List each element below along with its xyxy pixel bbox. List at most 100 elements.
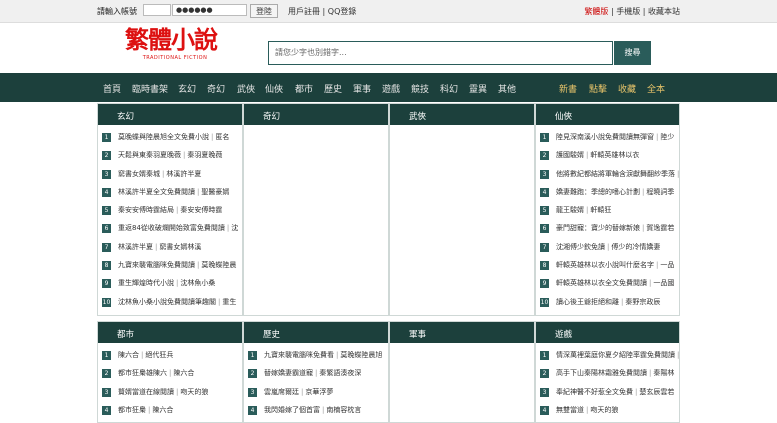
list-item[interactable]: 10 讀心後王爺拒絕和離 | 秦野宗政辰 (536, 296, 679, 314)
book-title-link[interactable]: 都市狂梟 (118, 406, 146, 414)
nav-item-2[interactable]: 玄幻 (178, 82, 196, 95)
book-title-link[interactable]: 重生輝煌時代小說 (118, 279, 174, 287)
panel-title[interactable]: 都市 (117, 328, 134, 340)
list-item[interactable]: 1情深萬裡葉庭你夏夕紹陸率霆免費閱讀|情 (536, 349, 679, 367)
nav-item-6[interactable]: 都市 (295, 82, 313, 95)
account-input[interactable] (143, 4, 171, 16)
book-subtitle-link[interactable]: 莫晚蝶陸晨 (201, 261, 236, 269)
book-subtitle-link[interactable]: 陳六合 (152, 406, 173, 414)
book-subtitle-link[interactable]: 秦安安傅時霆 (180, 206, 222, 214)
list-item[interactable]: 4 無雙當道 | 吻天的狼 (536, 404, 679, 422)
book-subtitle-link[interactable]: 匿名 (215, 133, 229, 141)
mobile-link[interactable]: 手機版 (616, 7, 640, 16)
list-item[interactable]: 8 九寶來襲電腦咪免費閱讀 | 莫晚蝶陸晨 (98, 259, 242, 277)
nav-item-3[interactable]: 奇幻 (207, 82, 225, 95)
favorite-link[interactable]: 收藏本站 (648, 7, 680, 16)
book-subtitle-link[interactable]: 陳六合 (173, 369, 194, 377)
book-subtitle-link[interactable]: 窮書女婿林溪 (159, 243, 201, 251)
book-subtitle-link[interactable]: 京華浮夢 (305, 388, 333, 396)
list-item[interactable]: 3 奉紀神醫不好惹全文免費 | 楚玄辰雲若 (536, 386, 679, 404)
book-title-link[interactable]: 護國駿婿 (556, 151, 584, 159)
book-title-link[interactable]: 我閃婚嫁了個首富 (264, 406, 320, 414)
book-subtitle-link[interactable]: 絕代狂兵 (145, 351, 173, 359)
book-title-link[interactable]: 替嫁嬌妻霸道寵 (264, 369, 313, 377)
nav-item-13[interactable]: 其他 (498, 82, 516, 95)
list-item[interactable]: 2 都市狂梟雄陳六 | 陳六合 (98, 367, 242, 385)
list-item[interactable]: 3 雲嵐席爾廷 | 京華浮夢 (244, 386, 388, 404)
list-item[interactable]: 10 沈林魚小桑小說免費閱讀筆趣閣 | 重生 (98, 296, 242, 314)
panel-title[interactable]: 遊戲 (555, 328, 572, 340)
book-subtitle-link[interactable]: 秦羽夏晚薇 (187, 151, 222, 159)
book-subtitle-link[interactable]: 南楠容枕言 (326, 406, 361, 414)
book-title-link[interactable]: 陳六合 (118, 351, 139, 359)
book-title-link[interactable]: 都市狂梟雄陳六 (118, 369, 167, 377)
book-title-link[interactable]: 軒轅英雄林以衣全文免費閱讀 (556, 279, 647, 287)
site-logo[interactable]: 繁體小說 TRADITIONAL FICTION (125, 26, 225, 66)
book-title-link[interactable]: 沈林魚小桑小說免費閱讀筆趣閣 (118, 298, 216, 306)
book-title-link[interactable]: 龍王駿婿 (556, 206, 584, 214)
book-title-link[interactable]: 窮書女婿秦城 (118, 170, 160, 178)
book-subtitle-link[interactable]: 程曉詞季 (646, 188, 674, 196)
book-title-link[interactable]: 九寶來襲電腦咪免費看 (264, 351, 334, 359)
list-item[interactable]: 7 沈湘傅少欽免讀 | 傅少的冷情嬌妻 (536, 241, 679, 259)
book-title-link[interactable]: 莫晚蝶與陸晨旭全文免費小說 (118, 133, 209, 141)
book-title-link[interactable]: 高手下山秦陽林霜雅免費閱讀 (556, 369, 647, 377)
list-item[interactable]: 4 我閃婚嫁了個首富 | 南楠容枕言 (244, 404, 388, 422)
list-item[interactable]: 6 重返84從收破爛開始致富免費閱讀 | 沈 (98, 222, 242, 240)
book-title-link[interactable]: 情深萬裡葉庭你夏夕紹陸率霆免費閱讀 (556, 351, 675, 359)
book-title-link[interactable]: 讀心後王爺拒絕和離 (556, 298, 619, 306)
book-title-link[interactable]: 軒轅英雄林以衣小說叫什麼名字 (556, 261, 654, 269)
nav-item-1[interactable]: 臨時書架 (132, 82, 168, 95)
nav-item-11[interactable]: 科幻 (440, 82, 458, 95)
nav-rank-1[interactable]: 點擊 (589, 82, 607, 95)
book-title-link[interactable]: 陸見深南溪小說免費閱讀無彈窗 (556, 133, 654, 141)
nav-item-8[interactable]: 軍事 (353, 82, 371, 95)
qq-login-link[interactable]: QQ登錄 (328, 7, 357, 16)
list-item[interactable]: 2 替嫁嬌妻霸道寵 | 秦繁語湊夜深 (244, 367, 388, 385)
book-title-link[interactable]: 重返84從收破爛開始致富免費閱讀 (118, 224, 225, 232)
book-title-link[interactable]: 林溪許半夏 (118, 243, 153, 251)
book-title-link[interactable]: 贅婿當道在線閱讀 (118, 388, 174, 396)
nav-item-9[interactable]: 遊戲 (382, 82, 400, 95)
book-title-link[interactable]: 沈湘傅少欽免讀 (556, 243, 605, 251)
list-item[interactable]: 2 護國駿婿 | 軒轅英雄林以衣 (536, 149, 679, 167)
book-subtitle-link[interactable]: 沈 (231, 224, 238, 232)
nav-item-0[interactable]: 首頁 (103, 82, 121, 95)
nav-item-4[interactable]: 武俠 (237, 82, 255, 95)
book-subtitle-link[interactable]: 吻天的狼 (180, 388, 208, 396)
nav-rank-2[interactable]: 收藏 (618, 82, 636, 95)
nav-rank-0[interactable]: 新書 (559, 82, 577, 95)
list-item[interactable]: 6 豪門甜寵：寶少的替嫁新娘 | 賀逸霆若 (536, 222, 679, 240)
book-subtitle-link[interactable]: 林溪許半夏 (166, 170, 201, 178)
book-title-link[interactable]: 豪門甜寵：寶少的替嫁新娘 (556, 224, 640, 232)
nav-rank-3[interactable]: 全本 (647, 82, 665, 95)
panel-title[interactable]: 歷史 (263, 328, 280, 340)
panel-title[interactable]: 武俠 (409, 110, 426, 122)
search-input[interactable]: 請您少字也別錯字... (268, 41, 613, 65)
book-title-link[interactable]: 雲嵐席爾廷 (264, 388, 299, 396)
book-title-link[interactable]: 他將數紀都結將軍輪含淚獻舞翻紗季落 (556, 170, 675, 178)
nav-item-10[interactable]: 競技 (411, 82, 429, 95)
book-title-link[interactable]: 林溪許半夏全文免費閱讀 (118, 188, 195, 196)
list-item[interactable]: 1 莫晚蝶與陸晨旭全文免費小說 | 匿名 (98, 131, 242, 149)
list-item[interactable]: 4 都市狂梟 | 陳六合 (98, 404, 242, 422)
list-item[interactable]: 3 窮書女婿秦城 | 林溪許半夏 (98, 168, 242, 186)
book-subtitle-link[interactable]: 傅少的冷情嬌妻 (611, 243, 660, 251)
list-item[interactable]: 1 九寶來襲電腦咪免費看 | 莫晚蝶陸晨旭 (244, 349, 388, 367)
book-title-link[interactable]: 無雙當道 (556, 406, 584, 414)
book-subtitle-link[interactable]: 陸少 (660, 133, 674, 141)
login-button[interactable]: 登陸 (250, 4, 278, 18)
traditional-link[interactable]: 繁體版 (584, 7, 608, 16)
list-item[interactable]: 9 重生輝煌時代小說 | 沈林魚小桑 (98, 277, 242, 295)
list-item[interactable]: 3 贅婿當道在線閱讀 | 吻天的狼 (98, 386, 242, 404)
panel-title[interactable]: 玄幻 (117, 110, 134, 122)
nav-item-7[interactable]: 歷史 (324, 82, 342, 95)
book-subtitle-link[interactable]: 重生 (222, 298, 236, 306)
book-subtitle-link[interactable]: 聖醫豪婿 (201, 188, 229, 196)
nav-item-12[interactable]: 靈異 (469, 82, 487, 95)
password-input[interactable]: ●●●●●● (172, 4, 247, 16)
list-item[interactable]: 8 軒轅英雄林以衣小說叫什麼名字 | 一品 (536, 259, 679, 277)
book-subtitle-link[interactable]: 秦陽林 (653, 369, 674, 377)
book-title-link[interactable]: 天鬆與東秦羽夏晚薇 (118, 151, 181, 159)
book-subtitle-link[interactable]: 軒轅狂 (590, 206, 611, 214)
